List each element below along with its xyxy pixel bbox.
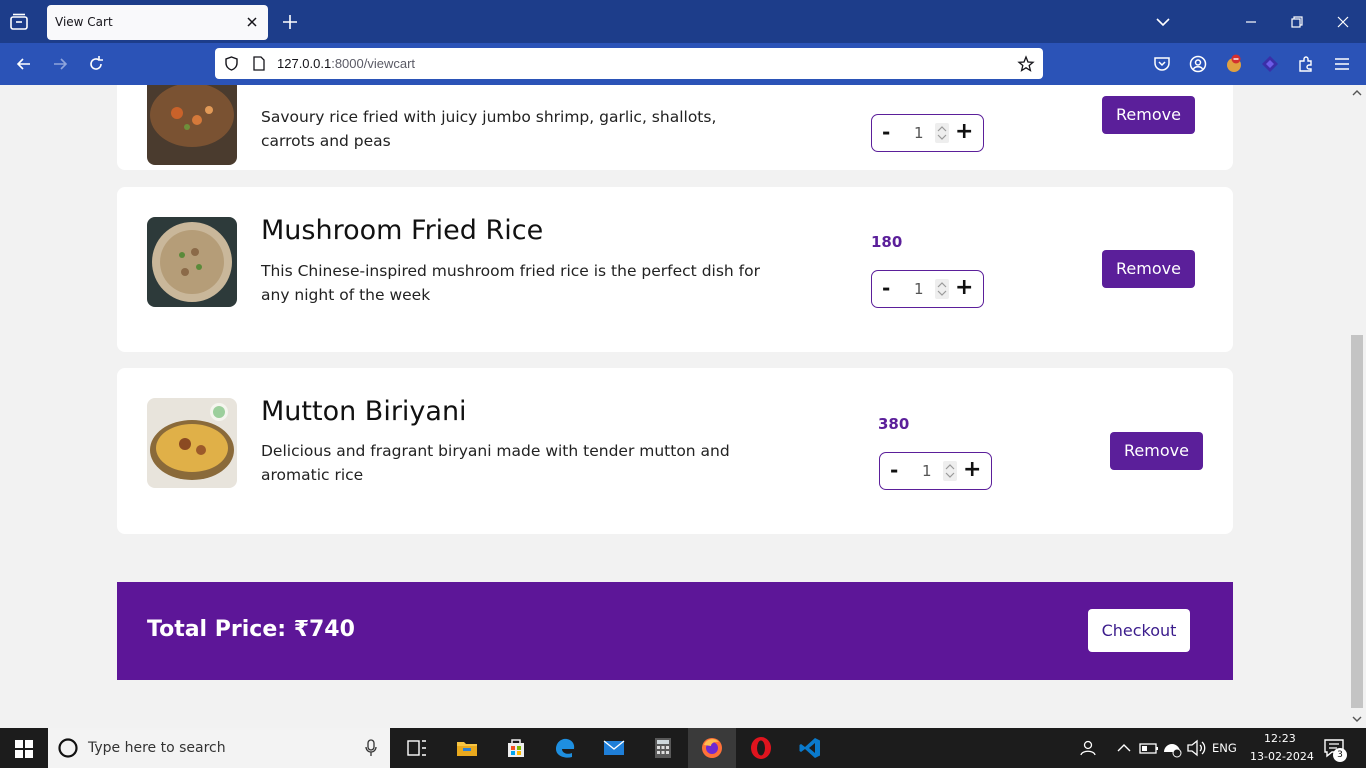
- spinner-arrows-icon[interactable]: [935, 279, 949, 299]
- new-tab-icon[interactable]: [280, 12, 300, 32]
- file-explorer-icon[interactable]: [455, 736, 479, 760]
- show-hidden-icons-icon[interactable]: [1112, 736, 1136, 760]
- increase-qty-button[interactable]: +: [955, 275, 973, 300]
- edge-icon[interactable]: [553, 736, 577, 760]
- cart-page: Savoury rice fried with juicy jumbo shri…: [0, 85, 1348, 728]
- tab-view-cart[interactable]: View Cart: [47, 5, 268, 40]
- decrease-qty-button[interactable]: -: [882, 120, 890, 144]
- quantity-stepper[interactable]: - 1 +: [871, 270, 984, 308]
- tab-list-icon[interactable]: [8, 11, 30, 33]
- cart-item-card: Savoury rice fried with juicy jumbo shri…: [117, 85, 1233, 170]
- shield-icon[interactable]: [223, 55, 240, 72]
- calculator-icon[interactable]: [651, 736, 675, 760]
- extensions-puzzle-icon[interactable]: [1296, 54, 1316, 74]
- extension-badge-icon[interactable]: [1224, 54, 1244, 74]
- cart-total-bar: Total Price: ₹740 Checkout: [117, 582, 1233, 680]
- item-image: [147, 85, 237, 165]
- item-name: Mutton Biriyani: [261, 396, 467, 427]
- back-icon[interactable]: [14, 54, 34, 74]
- remove-button[interactable]: Remove: [1102, 96, 1195, 134]
- windows-start-icon[interactable]: [15, 740, 33, 758]
- minimize-icon[interactable]: [1240, 11, 1262, 33]
- item-description: This Chinese-inspired mushroom fried ric…: [261, 262, 760, 304]
- extension-diamond-icon[interactable]: [1260, 54, 1280, 74]
- remove-button[interactable]: Remove: [1110, 432, 1203, 470]
- total-price: Total Price: ₹740: [147, 617, 355, 642]
- search-placeholder: Type here to search: [88, 740, 226, 756]
- vscode-icon[interactable]: [798, 736, 822, 760]
- quantity-stepper[interactable]: - 1 +: [879, 452, 992, 490]
- cortana-circle-icon: [58, 738, 78, 758]
- decrease-qty-button[interactable]: -: [882, 276, 890, 300]
- firefox-icon[interactable]: [700, 736, 724, 760]
- increase-qty-button[interactable]: +: [963, 457, 981, 482]
- item-price: 180: [871, 233, 903, 251]
- item-image: [147, 217, 237, 307]
- item-description: Delicious and fragrant biryani made with…: [261, 442, 730, 484]
- page-icon[interactable]: [251, 55, 267, 72]
- scrollbar-thumb[interactable]: [1351, 335, 1363, 708]
- quantity-value[interactable]: 1: [914, 124, 924, 142]
- item-name: Mushroom Fried Rice: [261, 215, 544, 246]
- quantity-stepper[interactable]: - 1 +: [871, 114, 984, 152]
- increase-qty-button[interactable]: +: [955, 119, 973, 144]
- mail-icon[interactable]: [602, 736, 626, 760]
- volume-icon[interactable]: [1184, 736, 1208, 760]
- hamburger-menu-icon[interactable]: [1332, 54, 1352, 74]
- list-all-tabs-icon[interactable]: [1152, 11, 1174, 33]
- cart-item-card: Mutton Biriyani Delicious and fragrant b…: [117, 368, 1233, 534]
- opera-icon[interactable]: [749, 736, 773, 760]
- item-image: [147, 398, 237, 488]
- input-language[interactable]: ENG: [1212, 741, 1237, 755]
- tab-title: View Cart: [55, 15, 113, 29]
- quantity-value[interactable]: 1: [914, 280, 924, 298]
- bookmark-star-icon[interactable]: [1017, 55, 1035, 73]
- decrease-qty-button[interactable]: -: [890, 458, 898, 482]
- browser-nav-bar: 127.0.0.1:8000/viewcart: [0, 43, 1366, 85]
- url-bar[interactable]: 127.0.0.1:8000/viewcart: [215, 48, 1043, 79]
- network-icon[interactable]: [1160, 736, 1184, 760]
- windows-taskbar: Type here to search ENG 12:23 13-02-2024…: [0, 728, 1366, 768]
- microphone-icon[interactable]: [364, 739, 378, 757]
- account-icon[interactable]: [1188, 54, 1208, 74]
- spinner-arrows-icon[interactable]: [943, 461, 957, 481]
- page-scrollbar[interactable]: [1348, 85, 1366, 728]
- remove-button[interactable]: Remove: [1102, 250, 1195, 288]
- store-icon[interactable]: [504, 736, 528, 760]
- close-tab-icon[interactable]: [244, 14, 260, 30]
- cart-item-card: Mushroom Fried Rice This Chinese-inspire…: [117, 187, 1233, 352]
- scroll-up-icon[interactable]: [1351, 88, 1363, 98]
- people-icon[interactable]: [1076, 736, 1100, 760]
- reload-icon[interactable]: [86, 54, 106, 74]
- quantity-value[interactable]: 1: [922, 462, 932, 480]
- task-view-icon[interactable]: [405, 736, 429, 760]
- item-description: Savoury rice fried with juicy jumbo shri…: [261, 108, 717, 150]
- checkout-button[interactable]: Checkout: [1088, 609, 1190, 652]
- clock-date[interactable]: 13-02-2024: [1250, 750, 1314, 763]
- notification-count-badge: 3: [1333, 748, 1347, 762]
- clock-time[interactable]: 12:23: [1264, 732, 1296, 745]
- spinner-arrows-icon[interactable]: [935, 123, 949, 143]
- item-price: 380: [878, 415, 910, 433]
- url-text: 127.0.0.1:8000/viewcart: [277, 56, 416, 71]
- scroll-down-icon[interactable]: [1351, 714, 1363, 724]
- pocket-icon[interactable]: [1152, 54, 1172, 74]
- browser-tab-bar: View Cart: [0, 0, 1366, 43]
- taskbar-search-box[interactable]: Type here to search: [48, 728, 390, 768]
- forward-icon[interactable]: [50, 54, 70, 74]
- close-window-icon[interactable]: [1332, 11, 1354, 33]
- battery-icon[interactable]: [1137, 736, 1161, 760]
- restore-icon[interactable]: [1286, 11, 1308, 33]
